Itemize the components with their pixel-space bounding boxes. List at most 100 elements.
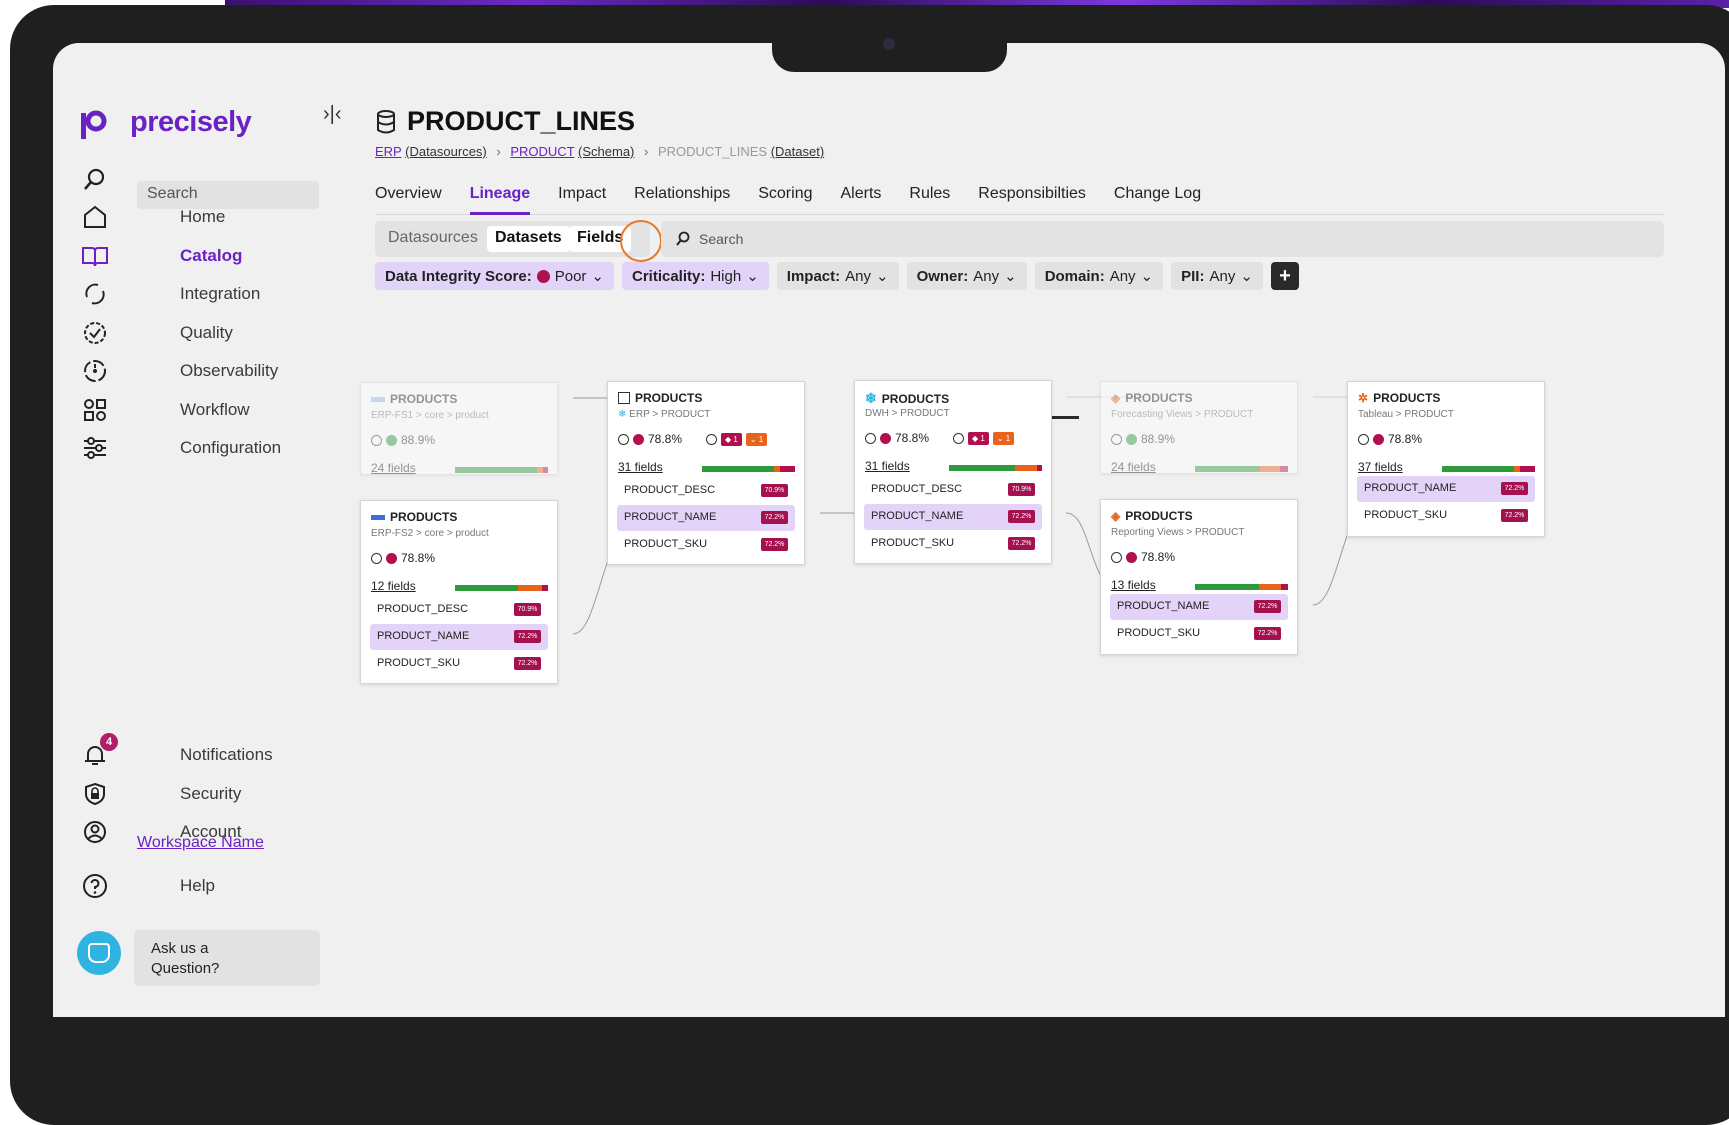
field-name: PRODUCT_NAME <box>1364 482 1457 494</box>
fields-link[interactable]: 24 fields <box>371 461 416 475</box>
field-row-highlighted[interactable]: PRODUCT_NAME 72.2% <box>370 624 548 650</box>
field-name: PRODUCT_SKU <box>871 537 955 549</box>
quality-icon <box>371 552 382 564</box>
field-score-badge: 70.9% <box>761 484 788 497</box>
lineage-node-erp-fs2[interactable]: PRODUCTS ERP-FS2 > core > product 78.8% … <box>360 500 558 684</box>
field-row[interactable]: PRODUCT_SKU 72.2% <box>370 651 548 677</box>
good-status-icon <box>386 434 397 446</box>
node-header: ◈ PRODUCTS <box>1111 509 1193 523</box>
table-icon <box>618 392 630 404</box>
laptop-frame: precisely ›|‹ Search Home Catalog Integr… <box>10 5 1729 1125</box>
node-title: PRODUCTS <box>1125 391 1193 405</box>
layers-icon: ◈ <box>1111 509 1121 523</box>
score-distribution-bar <box>702 466 795 472</box>
fields-link[interactable]: 24 fields <box>1111 460 1156 474</box>
snowflake-icon: ❄ <box>618 409 627 420</box>
badge-count: 1 <box>980 433 985 443</box>
field-name: PRODUCT_NAME <box>1117 600 1210 612</box>
field-score-badge: 72.2% <box>514 657 541 670</box>
field-row[interactable]: PRODUCT_SKU 72.2% <box>864 531 1042 557</box>
poor-status-icon <box>880 432 891 444</box>
quality-icon <box>865 432 876 444</box>
tableau-icon: ✲ <box>1358 391 1369 405</box>
score-distribution-bar <box>455 467 548 473</box>
field-score-badge: 72.2% <box>1254 627 1281 640</box>
node-title: PRODUCTS <box>1373 391 1441 405</box>
field-score-badge: 72.2% <box>761 538 788 551</box>
lineage-node-forecasting[interactable]: ◈ PRODUCTS Forecasting Views > PRODUCT 88… <box>1100 381 1298 474</box>
node-score: 88.9% <box>1111 432 1175 446</box>
field-row-highlighted[interactable]: PRODUCT_NAME 72.2% <box>617 505 795 531</box>
node-score: 78.8% <box>371 551 435 565</box>
poor-status-icon <box>1373 433 1384 445</box>
fields-link[interactable]: 12 fields <box>371 579 416 593</box>
node-header: PRODUCTS <box>371 510 457 524</box>
field-name: PRODUCT_DESC <box>624 484 716 496</box>
score-distribution-bar <box>1195 466 1288 472</box>
field-row-highlighted[interactable]: PRODUCT_NAME 72.2% <box>1357 476 1535 502</box>
node-title: PRODUCTS <box>635 391 703 405</box>
field-name: PRODUCT_DESC <box>871 483 963 495</box>
lineage-node-tableau[interactable]: ✲ PRODUCTS Tableau > PRODUCT 78.8% 37 fie… <box>1347 381 1545 537</box>
field-row-highlighted[interactable]: PRODUCT_NAME 72.2% <box>864 504 1042 530</box>
critical-alert-badge: ◆ 1 <box>968 431 989 445</box>
node-path: DWH > PRODUCT <box>865 408 950 419</box>
field-score-badge: 72.2% <box>1008 537 1035 550</box>
field-score-badge: 72.2% <box>1501 482 1528 495</box>
lineage-node-erp-product[interactable]: PRODUCTS ❄ ERP > PRODUCT 78.8% ◆ 1 ⌄ 1 3… <box>607 381 805 565</box>
node-header: ❄ PRODUCTS <box>865 390 949 407</box>
node-path: Tableau > PRODUCT <box>1358 409 1454 420</box>
field-score-badge: 70.9% <box>1008 483 1035 496</box>
node-score: 88.9% <box>371 433 435 447</box>
node-path: ERP-FS2 > core > product <box>371 528 489 539</box>
observability-icon <box>706 433 718 445</box>
node-path: ❄ ERP > PRODUCT <box>618 409 710 420</box>
warning-alert-badge: ⌄ 1 <box>992 431 1015 445</box>
poor-status-icon <box>386 552 397 564</box>
fields-link[interactable]: 37 fields <box>1358 460 1403 474</box>
score-distribution-bar <box>1442 466 1535 472</box>
node-header: ✲ PRODUCTS <box>1358 391 1440 405</box>
field-row[interactable]: PRODUCT_SKU 72.2% <box>1357 503 1535 529</box>
field-row[interactable]: PRODUCT_SKU 72.2% <box>1110 621 1288 647</box>
node-score: 78.8% <box>1111 550 1175 564</box>
node-title: PRODUCTS <box>390 510 458 524</box>
field-name: PRODUCT_NAME <box>377 630 470 642</box>
layers-icon: ◈ <box>1111 391 1121 405</box>
score-value: 78.8% <box>895 431 930 445</box>
critical-alert-badge: ◆ 1 <box>721 432 742 446</box>
table-icon <box>371 396 385 402</box>
score-distribution-bar <box>1195 584 1288 590</box>
snowflake-icon: ❄ <box>865 390 877 406</box>
node-header: ◈ PRODUCTS <box>1111 391 1193 405</box>
observability-icon <box>953 432 965 444</box>
field-row[interactable]: PRODUCT_DESC 70.9% <box>617 478 795 504</box>
quality-icon <box>1358 433 1369 445</box>
node-path: ERP-FS1 > core > product <box>371 410 489 421</box>
fields-link[interactable]: 31 fields <box>618 460 663 474</box>
field-name: PRODUCT_NAME <box>871 510 964 522</box>
poor-status-icon <box>633 433 644 445</box>
fields-link[interactable]: 31 fields <box>865 459 910 473</box>
field-row-highlighted[interactable]: PRODUCT_NAME 72.2% <box>1110 594 1288 620</box>
node-title: PRODUCTS <box>390 392 458 406</box>
field-name: PRODUCT_SKU <box>377 657 461 669</box>
node-score: 78.8% ◆ 1 ⌄ 1 <box>865 431 1015 445</box>
warning-alert-badge: ⌄ 1 <box>745 432 768 446</box>
lineage-node-erp-fs1[interactable]: PRODUCTS ERP-FS1 > core > product 88.9% … <box>360 382 558 475</box>
field-row[interactable]: PRODUCT_SKU 72.2% <box>617 532 795 558</box>
score-value: 78.8% <box>1141 550 1176 564</box>
poor-status-icon <box>1126 551 1137 563</box>
field-row[interactable]: PRODUCT_DESC 70.9% <box>864 477 1042 503</box>
field-score-badge: 70.9% <box>514 603 541 616</box>
field-row[interactable]: PRODUCT_DESC 70.9% <box>370 597 548 623</box>
score-distribution-bar <box>949 465 1042 471</box>
node-score: 78.8% ◆ 1 ⌄ 1 <box>618 432 768 446</box>
fields-link[interactable]: 13 fields <box>1111 578 1156 592</box>
node-header: PRODUCTS <box>618 391 702 405</box>
lineage-node-reporting[interactable]: ◈ PRODUCTS Reporting Views > PRODUCT 78.8… <box>1100 499 1298 655</box>
field-name: PRODUCT_SKU <box>1364 509 1448 521</box>
lineage-node-dwh-product[interactable]: ❄ PRODUCTS DWH > PRODUCT 78.8% ◆ 1 ⌄ 1 31… <box>854 380 1052 564</box>
score-value: 78.8% <box>401 551 436 565</box>
score-value: 78.8% <box>1388 432 1423 446</box>
